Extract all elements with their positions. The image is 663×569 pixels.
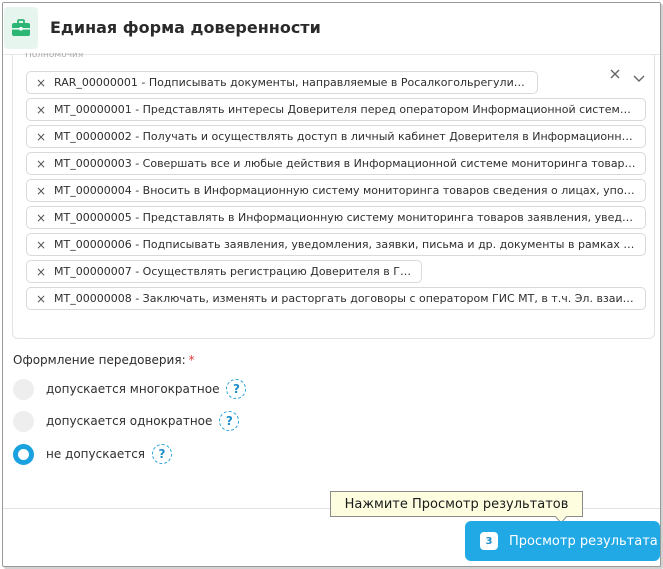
multiselect-label: Полномочия [25,53,84,59]
radio-button-selected[interactable] [13,443,34,465]
power-chip: × МТ_00000008 - Заключать, изменять и ра… [26,287,646,310]
radio-option-not-allowed[interactable]: не допускается ? [13,443,173,465]
chip-remove-icon[interactable]: × [36,238,46,252]
chip-label: МТ_00000008 - Заключать, изменять и раст… [54,292,637,305]
power-chip: × RAR_00000001 - Подписывать документы, … [26,71,538,94]
chip-label: МТ_00000002 - Получать и осуществлять до… [54,130,637,143]
help-icon[interactable]: ? [152,444,173,464]
redelegation-label-text: Оформление передоверия: [13,353,186,367]
chip-label: МТ_00000006 - Подписывать заявления, уве… [54,238,637,251]
power-chip: × МТ_00000004 - Вносить в Информационную… [26,179,646,202]
header: Единая форма доверенности [3,3,660,55]
chip-label: МТ_00000004 - Вносить в Информационную с… [54,184,637,197]
chip-remove-icon[interactable]: × [36,103,46,117]
chip-remove-icon[interactable]: × [36,292,46,306]
chip-remove-icon[interactable]: × [36,265,46,279]
redelegation-label: Оформление передоверия: * [13,353,195,367]
chip-remove-icon[interactable]: × [36,184,46,198]
chip-remove-icon[interactable]: × [36,211,46,225]
hint-tooltip: Нажмите Просмотр результатов [330,491,583,517]
chevron-down-icon[interactable] [633,69,645,82]
radio-label[interactable]: допускается многократное [46,382,219,396]
power-chip: × МТ_00000003 - Совершать все и любые де… [26,152,646,175]
step-badge: 3 [480,532,498,550]
radio-button[interactable] [13,410,34,432]
chip-remove-icon[interactable]: × [36,157,46,171]
help-icon[interactable]: ? [219,411,240,431]
radio-option-single[interactable]: допускается однократное ? [13,410,240,432]
radio-button[interactable] [13,378,34,400]
radio-label[interactable]: не допускается [46,447,145,461]
power-chip: × МТ_00000002 - Получать и осуществлять … [26,125,646,148]
chip-label: МТ_00000007 - Осуществлять регистрацию Д… [54,265,413,278]
chip-remove-icon[interactable]: × [36,130,46,144]
briefcase-icon [4,7,38,49]
chip-label: МТ_00000001 - Представлять интересы Дове… [54,103,637,116]
clear-all-icon[interactable] [608,66,622,80]
dialog-window: Единая форма доверенности Полномочия × R… [2,2,661,567]
required-mark: * [188,353,195,367]
radio-option-multiple[interactable]: допускается многократное ? [13,378,247,400]
chip-label: МТ_00000003 - Совершать все и любые дейс… [54,157,637,170]
chip-remove-icon[interactable]: × [36,76,46,90]
preview-result-button[interactable]: 3 Просмотр результата [465,521,660,561]
help-icon[interactable]: ? [226,379,247,399]
chip-label: RAR_00000001 - Подписывать документы, на… [54,76,529,89]
page-title: Единая форма доверенности [50,18,321,37]
power-chip: × МТ_00000006 - Подписывать заявления, у… [26,233,646,256]
power-chip: × МТ_00000001 - Представлять интересы До… [26,98,646,121]
power-chip: × МТ_00000005 - Представлять в Информаци… [26,206,646,229]
preview-result-label: Просмотр результата [509,533,658,549]
power-chip: × МТ_00000007 - Осуществлять регистрацию… [26,260,422,283]
radio-label[interactable]: допускается однократное [46,414,212,428]
chip-label: МТ_00000005 - Представлять в Информацион… [54,211,637,224]
